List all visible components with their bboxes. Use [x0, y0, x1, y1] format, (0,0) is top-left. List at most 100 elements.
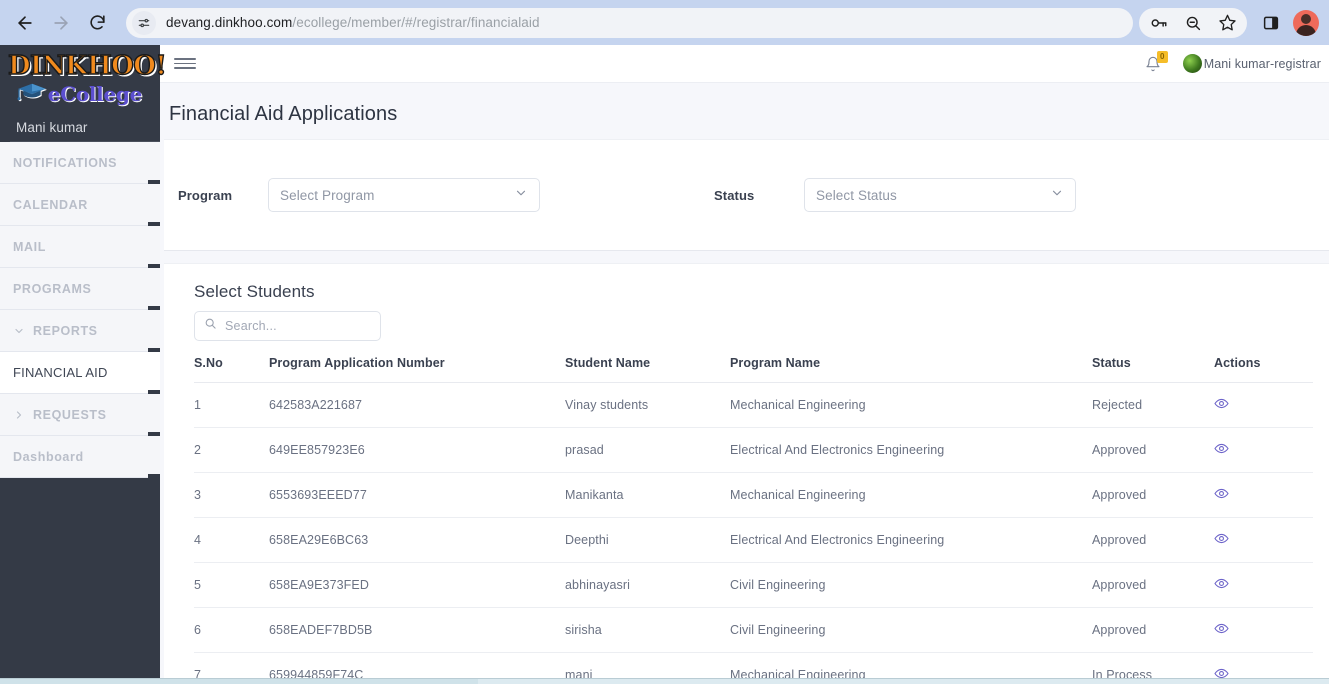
browser-action-pill	[1139, 7, 1247, 38]
cell-appno: 658EADEF7BD5B	[269, 607, 565, 653]
bottom-status-strip	[0, 678, 1329, 684]
status-badge: Approved	[1092, 607, 1214, 653]
cell-student: abhinayasri	[565, 562, 730, 608]
status-filter-group: Status Select Status	[714, 178, 1076, 212]
sidebar-item-mail[interactable]: MAIL	[0, 226, 160, 268]
eye-icon[interactable]	[1214, 396, 1229, 411]
star-icon[interactable]	[1213, 9, 1241, 37]
sidebar-item-financial-aid[interactable]: FINANCIAL AID	[0, 352, 160, 394]
chevron-down-icon	[514, 186, 528, 205]
sidebar-item-notifications[interactable]: NOTIFICATIONS	[0, 142, 160, 184]
main-area: 0 Mani kumar-registrar Financial Aid App…	[160, 45, 1329, 684]
cell-appno: 649EE857923E6	[269, 427, 565, 473]
column-header-actions: Actions	[1214, 356, 1313, 383]
cell-appno: 642583A221687	[269, 382, 565, 428]
cell-actions	[1214, 607, 1313, 653]
side-panel-icon[interactable]	[1257, 9, 1285, 37]
app-topbar: 0 Mani kumar-registrar	[160, 45, 1329, 83]
back-icon[interactable]	[10, 8, 40, 38]
sidebar-item-label: REQUESTS	[33, 407, 107, 422]
browser-toolbar: devang.dinkhoo.com/ecollege/member/#/reg…	[0, 0, 1329, 45]
chevron-right-icon	[13, 409, 25, 421]
status-badge: Approved	[1092, 562, 1214, 608]
search-box[interactable]	[194, 311, 381, 341]
column-header-sno: S.No	[194, 356, 269, 383]
table-header: S.No Program Application Number Student …	[194, 356, 1313, 383]
graduation-cap-icon	[17, 82, 47, 106]
logo-ecollege: eCollege	[6, 82, 154, 106]
sidebar-item-requests[interactable]: REQUESTS	[0, 394, 160, 436]
hamburger-icon[interactable]	[174, 58, 196, 69]
cell-sno: 1	[194, 382, 269, 428]
sidebar-menu: NOTIFICATIONS CALENDAR MAIL PROGRAMS REPORTS…	[0, 142, 160, 478]
key-icon[interactable]	[1145, 9, 1173, 37]
financial-aid-table: S.No Program Application Number Student …	[194, 356, 1313, 684]
address-bar[interactable]: devang.dinkhoo.com/ecollege/member/#/reg…	[126, 7, 1133, 38]
brand-block: DINKHOO! eCollege Mani kumar	[0, 45, 168, 142]
profile-avatar[interactable]	[1293, 9, 1319, 36]
cell-sno: 4	[194, 517, 269, 563]
user-avatar	[1182, 54, 1202, 73]
table-row: 5 658EA9E373FED abhinayasri Civil Engineeri…	[194, 562, 1313, 608]
cell-student: prasad	[565, 427, 730, 473]
search-input[interactable]	[225, 319, 371, 333]
topbar-right: 0 Mani kumar-registrar	[1145, 50, 1321, 73]
cell-appno: 6553693EEED77	[269, 472, 565, 518]
eye-icon[interactable]	[1214, 531, 1229, 546]
url-host: devang.dinkhoo.com	[166, 15, 293, 30]
notifications-button[interactable]: 0	[1145, 50, 1168, 72]
eye-icon[interactable]	[1214, 621, 1229, 636]
students-panel: Select Students S.No Program Application…	[164, 263, 1329, 684]
cell-actions	[1214, 562, 1313, 608]
sidebar-user-name: Mani kumar	[16, 120, 88, 135]
cell-student: Manikanta	[565, 472, 730, 518]
zoom-out-icon[interactable]	[1179, 9, 1207, 37]
program-select[interactable]: Select Program	[268, 178, 540, 212]
table-row: 4 658EA29E6BC63 Deepthi Electrical And Elec…	[194, 517, 1313, 563]
cell-appno: 658EA9E373FED	[269, 562, 565, 608]
tune-icon[interactable]	[132, 10, 156, 35]
avatar-body	[1296, 24, 1316, 36]
sidebar-item-label: REPORTS	[33, 323, 98, 338]
status-badge: Approved	[1092, 427, 1214, 473]
eye-icon[interactable]	[1214, 441, 1229, 456]
eye-icon[interactable]	[1214, 486, 1229, 501]
sidebar-item-dashboard[interactable]: Dashboard	[0, 436, 160, 478]
filters-panel: Program Select Program Status Select Sta…	[164, 139, 1329, 251]
status-badge: Approved	[1092, 517, 1214, 563]
sidebar-item-label: NOTIFICATIONS	[13, 155, 118, 170]
cell-actions	[1214, 427, 1313, 473]
status-select[interactable]: Select Status	[804, 178, 1076, 212]
cell-sno: 3	[194, 472, 269, 518]
logo-dinkhoo: DINKHOO!	[7, 51, 167, 81]
url-text: devang.dinkhoo.com/ecollege/member/#/reg…	[166, 15, 540, 30]
status-badge: Rejected	[1092, 382, 1214, 428]
cell-actions	[1214, 382, 1313, 428]
column-header-appno: Program Application Number	[269, 356, 565, 383]
logo-ecollege-text: eCollege	[47, 82, 143, 106]
sidebar-item-calendar[interactable]: CALENDAR	[0, 184, 160, 226]
chevron-down-icon	[13, 325, 25, 337]
program-filter-group: Program Select Program	[178, 178, 540, 212]
sidebar-item-label: CALENDAR	[13, 197, 88, 212]
program-filter-label: Program	[178, 187, 233, 203]
user-menu[interactable]: Mani kumar-registrar	[1182, 54, 1321, 73]
cell-program: Mechanical Engineering	[730, 472, 1092, 518]
table-body: 1 642583A221687 Vinay students Mechanical E…	[194, 382, 1313, 684]
cell-sno: 6	[194, 607, 269, 653]
reload-icon[interactable]	[82, 8, 112, 38]
sidebar-item-programs[interactable]: PROGRAMS	[0, 268, 160, 310]
eye-icon[interactable]	[1214, 576, 1229, 591]
column-header-student: Student Name	[565, 356, 730, 383]
cell-program: Mechanical Engineering	[730, 382, 1092, 428]
cell-student: Vinay students	[565, 382, 730, 428]
sidebar-item-reports[interactable]: REPORTS	[0, 310, 160, 352]
search-icon	[204, 317, 217, 335]
forward-icon[interactable]	[46, 8, 76, 38]
sidebar-item-label: Dashboard	[13, 449, 84, 464]
page-title: Financial Aid Applications	[169, 103, 398, 125]
sidebar-tab-accent	[148, 474, 160, 478]
page-viewport: DINKHOO! eCollege Mani kumar NOTIFICATIO…	[0, 45, 1329, 684]
hamburger-line	[174, 62, 196, 65]
cell-sno: 5	[194, 562, 269, 608]
